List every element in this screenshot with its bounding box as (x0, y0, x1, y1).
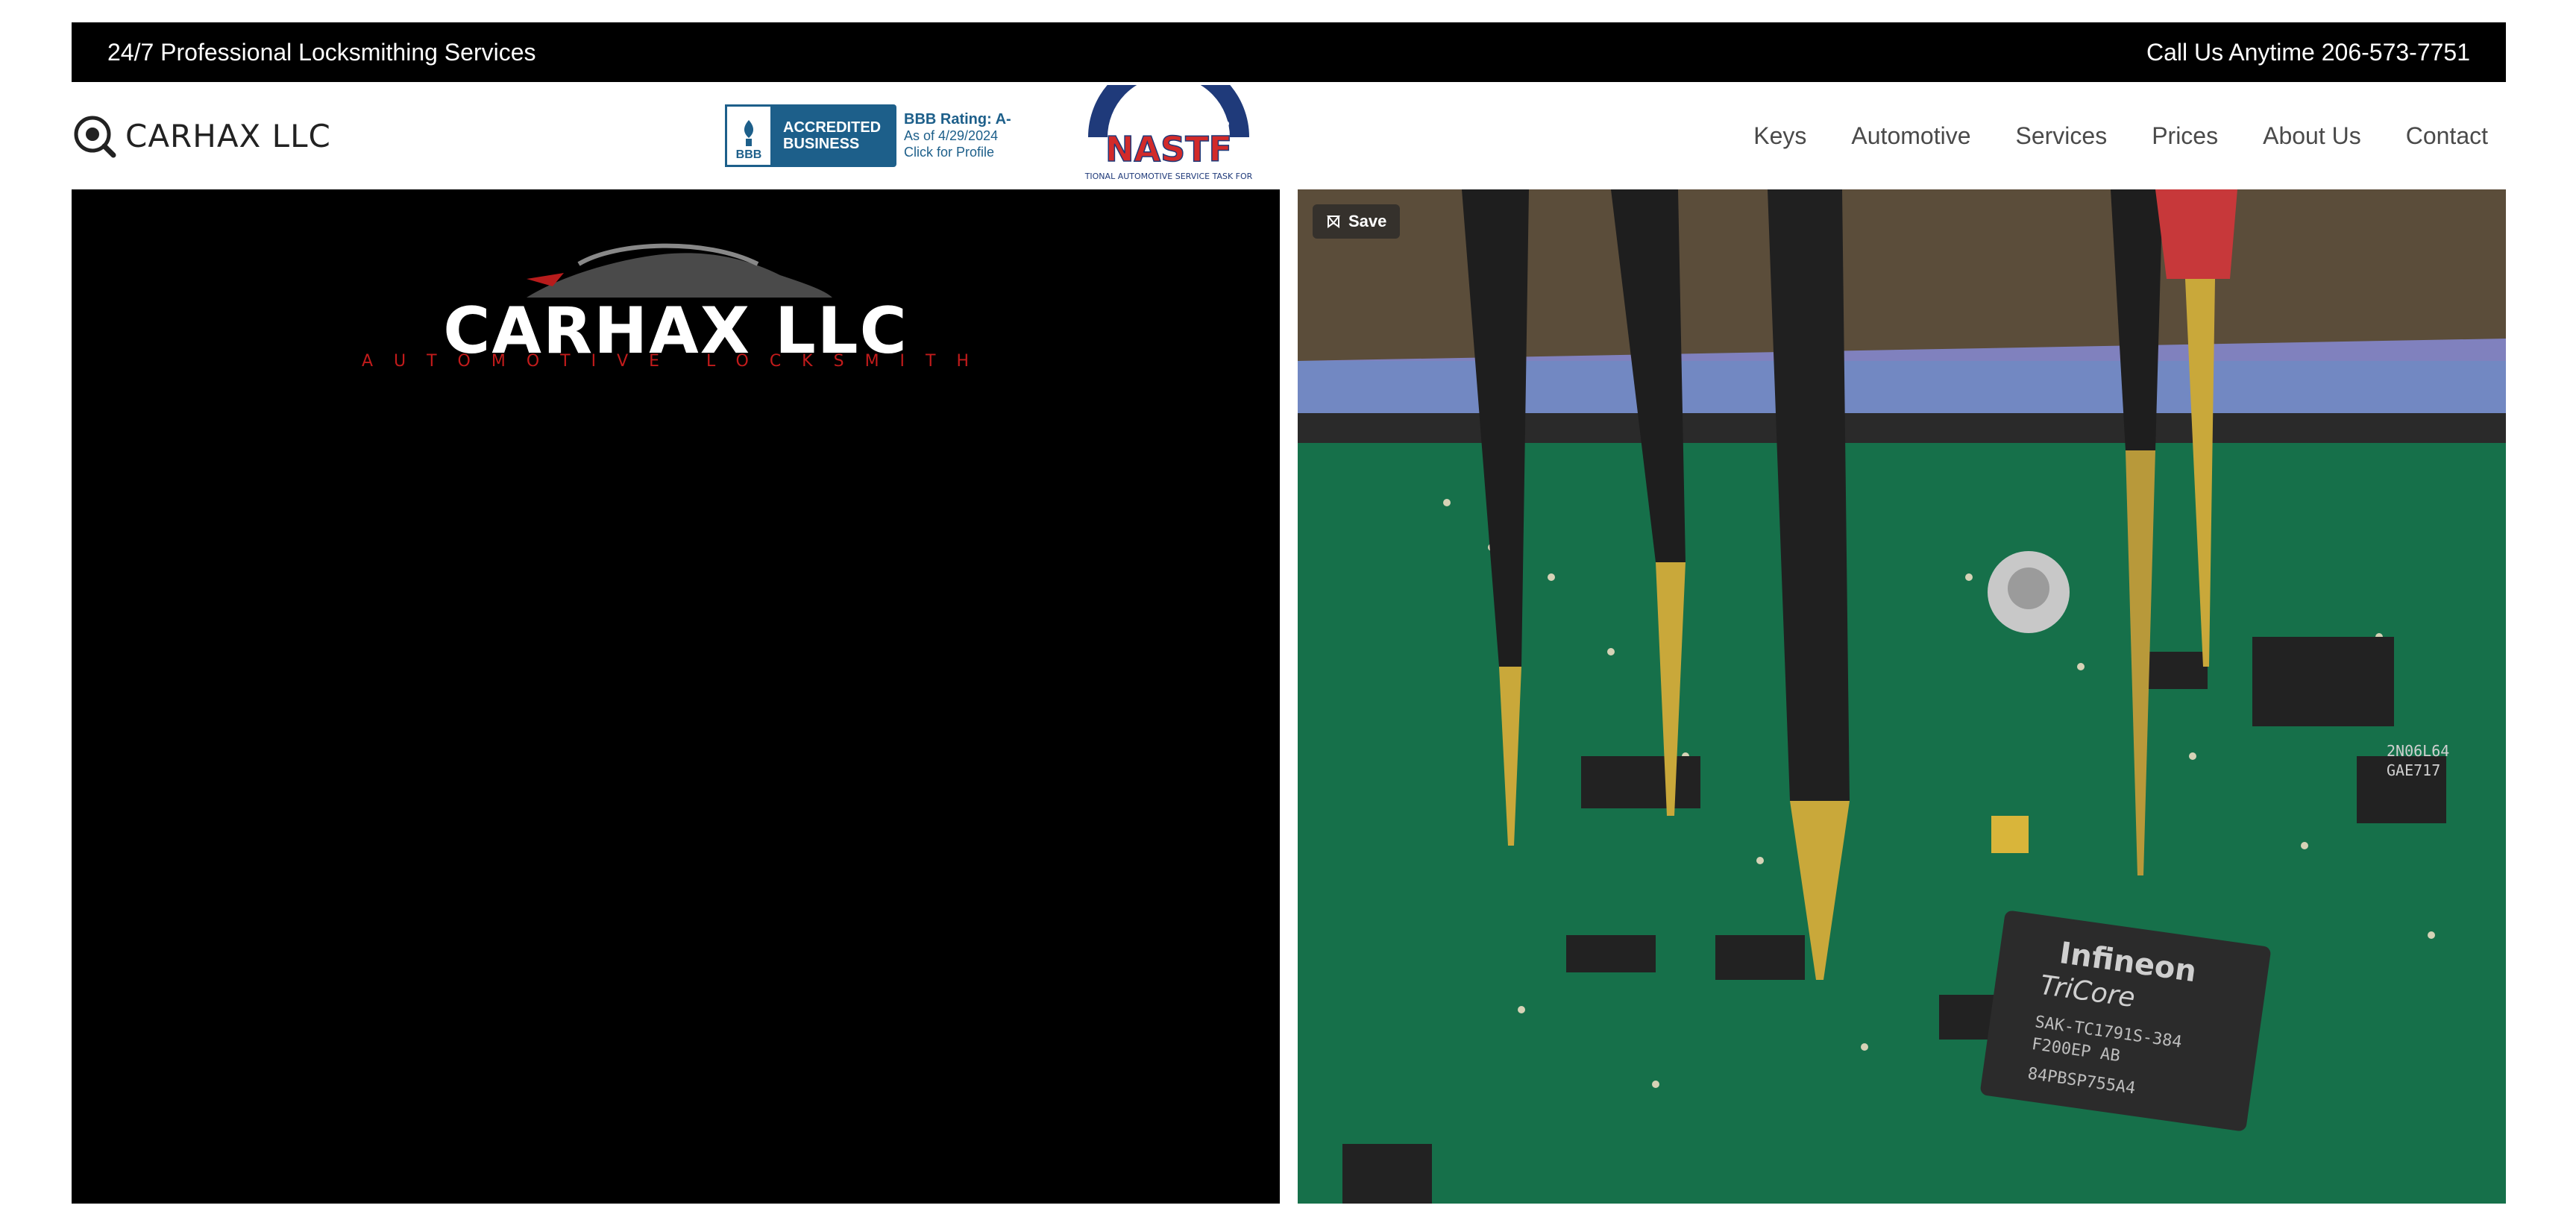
bbb-rating-text: BBB Rating: A- As of 4/29/2024 Click for… (904, 111, 1011, 160)
svg-text:2N06L64: 2N06L64 (2387, 742, 2449, 760)
bbb-accreditation-badge[interactable]: BBB ACCREDITED BUSINESS BBB Rating: A- A… (725, 101, 1038, 170)
hero-logo-panel: CARHAX LLC AUTOMOTIVE LOCKSMITH (72, 189, 1280, 1204)
save-button[interactable]: Save (1313, 204, 1401, 239)
nav-services[interactable]: Services (2015, 122, 2107, 150)
save-button-label: Save (1348, 212, 1387, 230)
site-header: CARHAX LLC BBB ACCREDITED BUSINESS BBB R… (72, 82, 2506, 189)
svg-text:NASTF: NASTF (1105, 129, 1232, 169)
nav-about-us[interactable]: About Us (2263, 122, 2361, 150)
brand-name: CARHAX LLC (125, 117, 331, 154)
torch-icon (744, 120, 754, 146)
bbb-seal-icon: BBB (725, 104, 773, 167)
svg-text:TIONAL AUTOMOTIVE SERVICE TASK: TIONAL AUTOMOTIVE SERVICE TASK FOR (1084, 172, 1253, 181)
bbb-accredited-text: ACCREDITED BUSINESS (783, 119, 882, 152)
nav-contact[interactable]: Contact (2406, 122, 2488, 150)
ecu-circuit-board-image: Infineon TriCore SAK-TC1791S-384 F200EP … (1298, 189, 2506, 1204)
bbb-accredited-block: BBB ACCREDITED BUSINESS (725, 104, 896, 167)
top-announcement-bar: 24/7 Professional Locksmithing Services … (72, 22, 2506, 82)
brand-logo-link[interactable]: CARHAX LLC (72, 113, 331, 158)
tagline-text: 24/7 Professional Locksmithing Services (107, 38, 536, 66)
hero-logo-subtitle: AUTOMOTIVE LOCKSMITH (361, 352, 990, 371)
nav-prices[interactable]: Prices (2152, 122, 2218, 150)
phone-link[interactable]: Call Us Anytime 206-573-7751 (2146, 39, 2470, 66)
nav-automotive[interactable]: Automotive (1851, 122, 1970, 150)
svg-text:GAE717: GAE717 (2387, 761, 2440, 779)
main-nav: Keys Automotive Services Prices About Us… (1753, 82, 2488, 189)
pin-icon (1326, 216, 1341, 228)
magnifier-key-icon (74, 116, 116, 158)
nastf-logo[interactable]: NASTF TIONAL AUTOMOTIVE SERVICE TASK FOR (1083, 85, 1254, 186)
hero-ecu-photo: Infineon TriCore SAK-TC1791S-384 F200EP … (1298, 189, 2506, 1204)
nav-keys[interactable]: Keys (1753, 122, 1806, 150)
